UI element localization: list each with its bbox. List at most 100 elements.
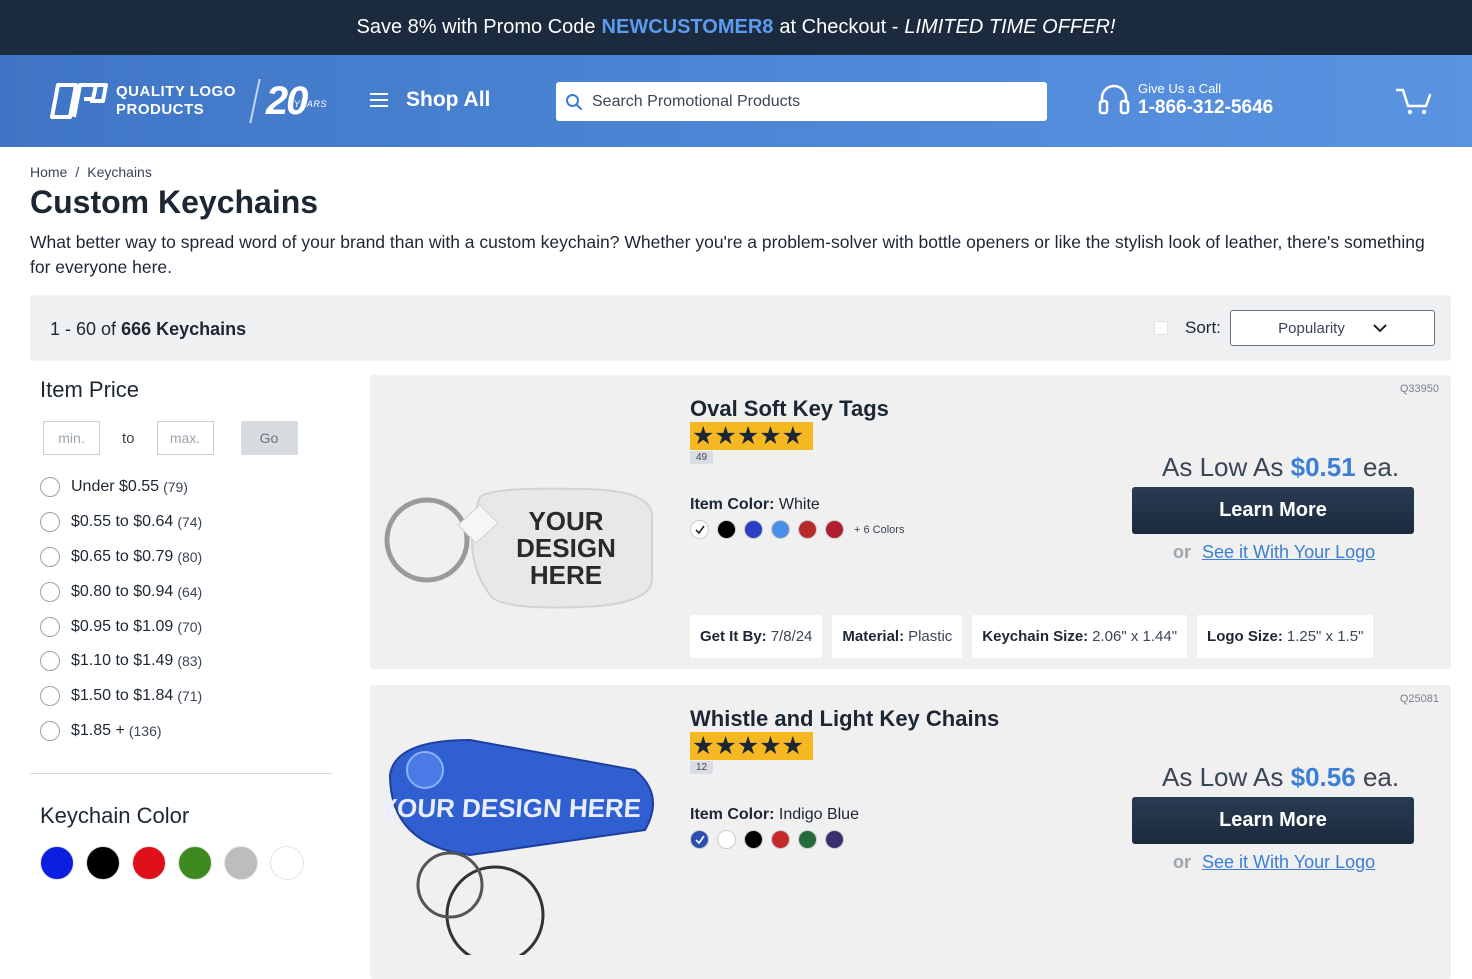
color-swatch-black[interactable] (717, 520, 736, 539)
price-option[interactable]: Under $0.55 (79) (40, 470, 202, 505)
item-color: Item Color: Indigo Blue (690, 806, 859, 824)
color-swatch-white[interactable] (270, 846, 304, 880)
sort-checkbox[interactable] (1154, 321, 1168, 335)
product-title[interactable]: Oval Soft Key Tags (690, 396, 889, 422)
review-count[interactable]: 12 (690, 761, 714, 774)
color-swatch-black[interactable] (744, 830, 763, 849)
product-price: As Low As $0.51 ea. (1162, 452, 1399, 483)
product-card: Q25081 YOUR DESIGN HERE Whistle and Ligh… (370, 685, 1451, 979)
learn-more-button[interactable]: Learn More (1132, 797, 1414, 844)
breadcrumb-separator: / (75, 164, 80, 180)
review-count[interactable]: 49 (690, 451, 714, 464)
page-title: Custom Keychains (30, 184, 319, 220)
color-swatch-black[interactable] (86, 846, 120, 880)
color-swatch-light-blue[interactable] (771, 520, 790, 539)
search-icon[interactable] (556, 82, 592, 121)
radio-button[interactable] (40, 686, 60, 707)
product-title[interactable]: Whistle and Light Key Chains (690, 706, 999, 732)
radio-button[interactable] (40, 512, 60, 533)
product-image[interactable]: YOUR DESIGN HERE (380, 405, 655, 645)
color-swatch-silver[interactable] (224, 846, 258, 880)
price-option[interactable]: $0.65 to $0.79 (80) (40, 540, 202, 575)
cart-button[interactable] (1395, 87, 1432, 122)
spec-material: Material: Plastic (832, 615, 963, 658)
stars-icon: ★★★★★ (692, 422, 805, 450)
learn-more-button[interactable]: Learn More (1132, 487, 1414, 534)
see-with-logo: or See it With Your Logo (1173, 852, 1375, 873)
price-option[interactable]: $1.85 + (136) (40, 714, 202, 749)
see-with-logo-link[interactable]: See it With Your Logo (1202, 542, 1375, 562)
item-color: Item Color: White (690, 496, 820, 514)
breadcrumb-keychains[interactable]: Keychains (87, 164, 152, 180)
color-swatch-red[interactable] (771, 830, 790, 849)
color-swatch-royal-blue[interactable] (744, 520, 763, 539)
color-swatch-blue[interactable] (40, 846, 74, 880)
site-logo[interactable]: QUALITY LOGO PRODUCTS 20 YEARS (50, 77, 327, 125)
color-swatch-white[interactable] (690, 520, 709, 539)
price-option[interactable]: $0.95 to $1.09 (70) (40, 609, 202, 644)
promo-prefix: Save 8% with Promo Code (356, 16, 596, 38)
search-input[interactable] (592, 92, 1032, 111)
call-us[interactable]: Give Us a Call 1-866-312-5646 (1098, 81, 1273, 119)
spec-delivery: Get It By: 7/8/24 (690, 615, 823, 658)
product-image[interactable]: YOUR DESIGN HERE (380, 715, 655, 955)
results-range: 1 - 60 of (50, 319, 117, 339)
item-color-label: Item Color: (690, 806, 775, 823)
color-swatch-purple[interactable] (825, 830, 844, 849)
cart-icon (1395, 88, 1432, 115)
price-option-count: (70) (177, 618, 203, 635)
star-rating: ★★★★★ (690, 732, 813, 760)
stars-icon: ★★★★★ (692, 732, 805, 760)
design-placeholder-text: YOUR DESIGN HERE (516, 506, 616, 590)
spec-label: Keychain Size: (982, 628, 1089, 645)
price-option[interactable]: $1.50 to $1.84 (71) (40, 679, 202, 714)
price-option-count: (136) (128, 722, 162, 739)
color-swatch-dark-red[interactable] (825, 520, 844, 539)
shop-all-label: Shop All (406, 88, 491, 111)
radio-button[interactable] (40, 720, 60, 741)
sort-label: Sort: (1185, 318, 1221, 337)
color-swatch-white[interactable] (717, 830, 736, 849)
price-option[interactable]: $0.55 to $0.64 (74) (40, 505, 202, 540)
color-swatch-green[interactable] (798, 830, 817, 849)
spec-value: Plastic (908, 628, 953, 645)
more-colors-link[interactable]: + 6 Colors (854, 524, 904, 536)
checkmark-icon (694, 835, 705, 844)
color-swatch-red[interactable] (132, 846, 166, 880)
price-filter-title: Item Price (40, 377, 140, 402)
price-option-count: (64) (177, 583, 203, 600)
sort-dropdown[interactable]: Popularity (1230, 310, 1435, 346)
price-option-count: (83) (177, 653, 203, 670)
price-to-label: to (122, 429, 135, 447)
price-prefix: As Low As (1162, 452, 1284, 482)
radio-button[interactable] (40, 477, 60, 498)
phone-number[interactable]: 1-866-312-5646 (1138, 97, 1273, 119)
category-description: What better way to spread word of your b… (30, 232, 1425, 277)
call-label: Give Us a Call (1138, 81, 1222, 96)
see-with-logo-link[interactable]: See it With Your Logo (1202, 852, 1375, 872)
anniversary-years: YEARS (293, 98, 327, 109)
radio-button[interactable] (40, 581, 60, 602)
product-sku: Q33950 (1399, 383, 1439, 395)
logo-line-1: QUALITY LOGO (116, 83, 236, 100)
price-option[interactable]: $0.80 to $0.94 (64) (40, 574, 202, 609)
headset-icon (1098, 84, 1130, 115)
max-price-input[interactable]: max. (156, 421, 214, 455)
product-card: Q33950 YOUR DESIGN HERE Oval Soft Key Tags… (370, 375, 1451, 669)
radio-button[interactable] (40, 651, 60, 672)
color-swatch-red[interactable] (798, 520, 817, 539)
radio-button[interactable] (40, 616, 60, 637)
shop-all-button[interactable]: Shop All (370, 88, 490, 112)
color-swatch-indigo-blue[interactable] (690, 830, 709, 849)
price-suffix: ea. (1362, 452, 1400, 482)
radio-button[interactable] (40, 546, 60, 567)
search-bar (556, 82, 1047, 121)
price-option-count: (74) (177, 514, 203, 531)
breadcrumb-home[interactable]: Home (30, 164, 67, 180)
price-go-button[interactable]: Go (240, 421, 298, 455)
min-price-input[interactable]: min. (43, 421, 100, 455)
color-swatch-green[interactable] (178, 846, 212, 880)
price-option[interactable]: $1.10 to $1.49 (83) (40, 644, 202, 679)
breadcrumb: Home / Keychains (30, 164, 152, 180)
anniversary-badge: 20 YEARS (266, 79, 327, 124)
